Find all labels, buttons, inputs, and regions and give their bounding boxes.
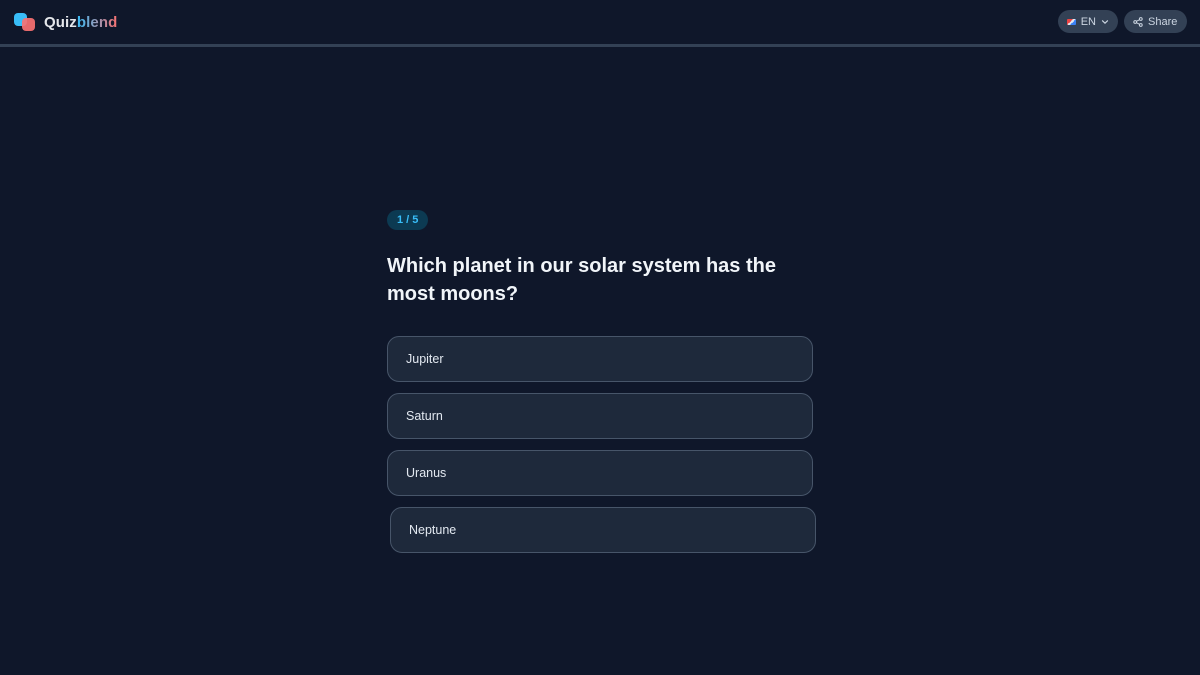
answer-option-saturn[interactable]: Saturn (387, 393, 813, 439)
share-button[interactable]: Share (1124, 10, 1187, 33)
answer-option-neptune[interactable]: Neptune (390, 507, 816, 553)
brand-name-part1: Quiz (44, 13, 77, 31)
logo-icon (14, 13, 36, 31)
question-text: Which planet in our solar system has the… (387, 255, 776, 305)
share-label: Share (1148, 15, 1178, 28)
progress-badge: 1 / 5 (387, 210, 429, 230)
language-selector[interactable]: EN (1058, 10, 1118, 33)
top-bar: Quizblend EN Share (0, 0, 1200, 44)
share-icon (1133, 16, 1143, 27)
brand[interactable]: Quizblend (14, 12, 117, 32)
answer-option-uranus[interactable]: Uranus (387, 450, 813, 496)
language-label: EN (1080, 15, 1096, 28)
uk-flag-icon (1067, 18, 1076, 25)
answer-option-jupiter[interactable]: Jupiter (387, 336, 813, 382)
answer-options: Jupiter Saturn Uranus Neptune (387, 336, 817, 553)
brand-name-part2: blend (76, 13, 118, 31)
header-divider (0, 44, 1200, 47)
quiz-card: 1 / 5 Which planet in our solar system h… (387, 210, 817, 564)
chevron-down-icon (1101, 18, 1109, 26)
brand-name: Quizblend (44, 14, 117, 31)
